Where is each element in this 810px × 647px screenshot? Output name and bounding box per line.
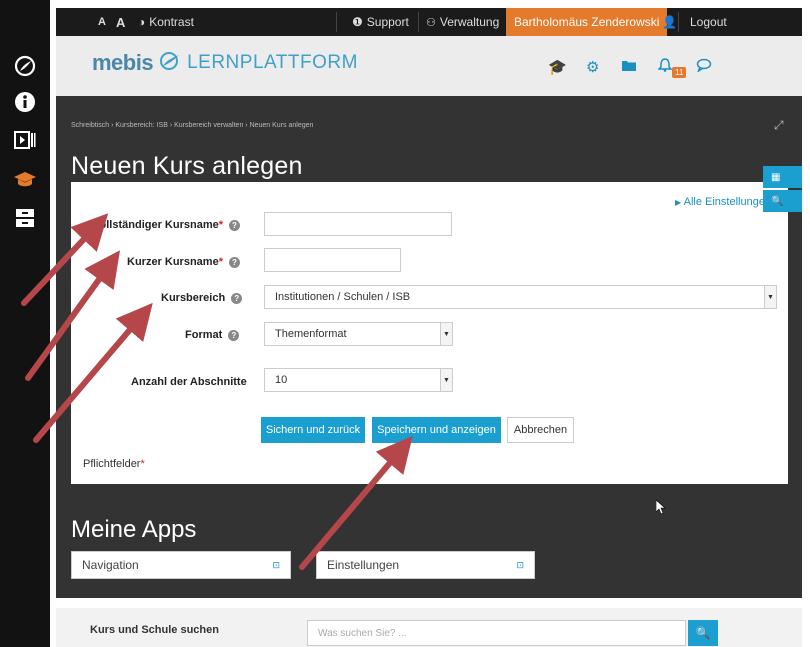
chevron-down-icon: ▼ [440,323,452,345]
user-menu[interactable]: Bartholomäus Zenderowski [506,8,668,36]
category-label-text: Kursbereich [161,292,226,304]
font-decrease-button[interactable]: A [98,8,106,36]
required-marker: * [218,256,223,268]
logout-link[interactable]: Logout [690,8,727,36]
category-select[interactable]: Institutionen / Schulen / ISB ▼ [264,285,777,309]
required-marker: * [218,219,223,231]
logo-subtitle: LERNPLATTFORM [187,52,358,73]
notification-badge: 11 [672,67,687,78]
logo-brand: mebis [92,50,154,75]
format-label-text: Format [185,329,223,341]
info-icon[interactable] [13,90,37,114]
save-show-button[interactable]: Speichern und anzeigen [372,417,501,443]
contrast-label: Kontrast [149,15,194,29]
folder-icon[interactable] [622,58,636,75]
admin-link[interactable]: ⚇ Verwaltung [426,8,499,36]
support-link[interactable]: ❶ Support [352,8,409,36]
save-return-button[interactable]: Sichern und zurück [261,417,365,443]
format-value: Themenformat [275,328,347,340]
fullname-label-text: Vollständiger Kursname [93,219,219,231]
user-name: Bartholomäus Zenderowski [514,15,660,29]
page-title: Neuen Kurs anlegen [71,152,303,180]
contrast-icon: ◑ [138,15,146,29]
support-icon: ❶ [352,15,363,29]
sitemap-icon: ⚇ [426,16,436,29]
help-icon[interactable]: ? [229,219,240,231]
breadcrumb[interactable]: Schreibtisch › Kursbereich: ISB › Kursbe… [71,122,313,129]
font-increase-button[interactable]: A [116,8,125,36]
chevron-down-icon: ▼ [764,286,776,308]
mouse-cursor-icon [655,499,666,517]
divider [336,12,337,32]
media-player-icon[interactable] [13,128,37,152]
shortname-input[interactable] [264,248,401,272]
settings-label: Einstellungen [327,558,400,572]
dock-icon[interactable]: ⊡ [516,560,524,571]
chat-icon[interactable] [696,58,712,76]
category-label: Kursbereich? [161,292,243,304]
format-select[interactable]: Themenformat ▼ [264,322,453,346]
user-profile-button[interactable]: 👤 [662,8,677,36]
mebis-logo-icon[interactable] [13,54,37,78]
header-band: mebis LERNPLATTFORM 🎓 ⚙ 11 [56,36,802,96]
help-icon[interactable]: ? [231,292,243,304]
settings-block[interactable]: Einstellungen ⊡ [316,551,535,579]
sections-select[interactable]: 10 ▼ [264,368,453,392]
admin-label: Verwaltung [439,15,500,29]
fullname-input[interactable] [264,212,452,236]
triangle-right-icon: ▶ [675,198,682,207]
main-content: Schreibtisch › Kursbereich: ISB › Kursbe… [56,96,802,598]
bell-icon[interactable] [657,58,673,76]
graduation-cap-icon[interactable] [13,168,37,192]
search-button[interactable]: 🔍 [688,620,718,646]
category-value: Institutionen / Schulen / ISB [275,291,411,303]
side-tabs: ▦ 🔍 [763,166,802,214]
search-input[interactable]: Was suchen Sie? ... [307,620,686,646]
navigation-block[interactable]: Navigation ⊡ [71,551,291,579]
search-tab[interactable]: 🔍 [763,190,802,212]
help-icon[interactable]: ? [228,329,240,341]
chevron-down-icon: ▼ [440,369,452,391]
divider [678,12,679,32]
fullname-label: Vollständiger Kursname*? [93,219,240,231]
left-sidebar [0,0,50,647]
sections-value: 10 [275,374,288,386]
archive-icon[interactable] [13,206,37,230]
user-icon: 👤 [662,15,677,29]
top-bar: A A ◑ Kontrast ❶ Support ⚇ Verwaltung Ba… [56,8,802,36]
cancel-button[interactable]: Abbrechen [507,417,574,443]
grid-icon: ▦ [771,171,781,183]
contrast-button[interactable]: ◑ Kontrast [138,8,194,36]
logout-label: Logout [690,15,727,29]
courses-icon[interactable]: 🎓 [548,58,567,76]
format-label: Format? [185,329,240,341]
shortname-label-text: Kurzer Kursname [127,256,219,268]
search-icon: 🔍 [695,626,711,640]
required-note-text: Pflichtfelder [83,458,141,470]
divider [418,12,419,32]
expand-icon[interactable]: ⤢ [774,118,784,133]
all-settings-link[interactable]: ▶ Alle Einstellungen [675,196,771,208]
navigation-label: Navigation [82,558,139,572]
search-label: Kurs und Schule suchen [90,624,219,636]
course-form: ▶ Alle Einstellungen Vollständiger Kursn… [71,182,788,484]
help-icon[interactable]: ? [228,256,240,268]
logo-swoosh-icon [159,50,181,76]
gear-icon[interactable]: ⚙ [586,58,599,76]
search-bar: Kurs und Schule suchen Was suchen Sie? .… [56,608,802,647]
mebis-logo[interactable]: mebis LERNPLATTFORM [92,50,358,76]
support-label: Support [366,15,409,29]
sections-label: Anzahl der Abschnitte [131,376,247,388]
dock-icon[interactable]: ⊡ [272,560,280,571]
apps-title: Meine Apps [71,516,197,543]
required-note: Pflichtfelder* [83,458,145,470]
search-icon: 🔍 [771,195,784,207]
shortname-label: Kurzer Kursname*? [127,256,240,268]
screen: A A ◑ Kontrast ❶ Support ⚇ Verwaltung Ba… [0,0,810,647]
all-settings-label: Alle Einstellungen [683,196,772,208]
blocks-tab[interactable]: ▦ [763,166,802,188]
required-marker: * [140,458,145,470]
